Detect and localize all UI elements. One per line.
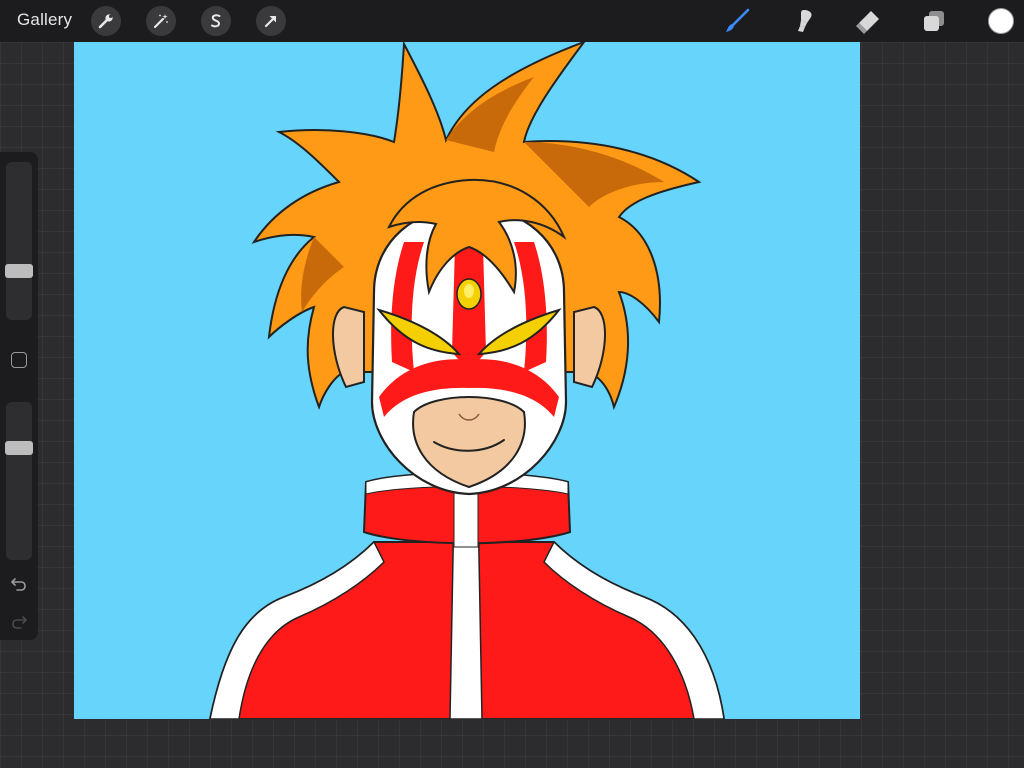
brush-icon (726, 8, 750, 32)
transform-button[interactable] (256, 6, 286, 36)
artwork-masked-hero (208, 42, 726, 719)
modify-button[interactable] (11, 352, 27, 368)
adjustments-button[interactable] (146, 6, 176, 36)
eraser-icon (856, 11, 879, 34)
color-picker-button[interactable] (988, 8, 1014, 34)
smudge-icon (798, 10, 812, 32)
top-toolbar: Gallery (0, 0, 1024, 42)
erase-tool-button[interactable] (852, 5, 884, 37)
redo-button[interactable] (9, 612, 29, 632)
left-sidebar (0, 152, 38, 640)
selection-s-icon (211, 14, 221, 28)
actions-button[interactable] (91, 6, 121, 36)
layers-icon (924, 11, 944, 31)
undo-icon (11, 578, 26, 591)
brush-size-slider[interactable] (5, 162, 33, 320)
opacity-slider-thumb[interactable] (5, 441, 33, 455)
layers-button[interactable] (918, 5, 950, 37)
opacity-slider[interactable] (5, 402, 33, 560)
magic-wand-icon (153, 14, 168, 29)
smudge-tool-button[interactable] (786, 5, 818, 37)
wrench-icon (98, 14, 113, 29)
arrow-cursor-icon (264, 16, 276, 28)
redo-icon (12, 616, 27, 629)
gallery-button[interactable]: Gallery (17, 10, 72, 30)
brush-size-slider-thumb[interactable] (5, 264, 33, 278)
drawing-canvas[interactable] (74, 42, 860, 719)
paint-tool-button[interactable] (721, 5, 753, 37)
undo-button[interactable] (9, 574, 29, 594)
selection-button[interactable] (201, 6, 231, 36)
